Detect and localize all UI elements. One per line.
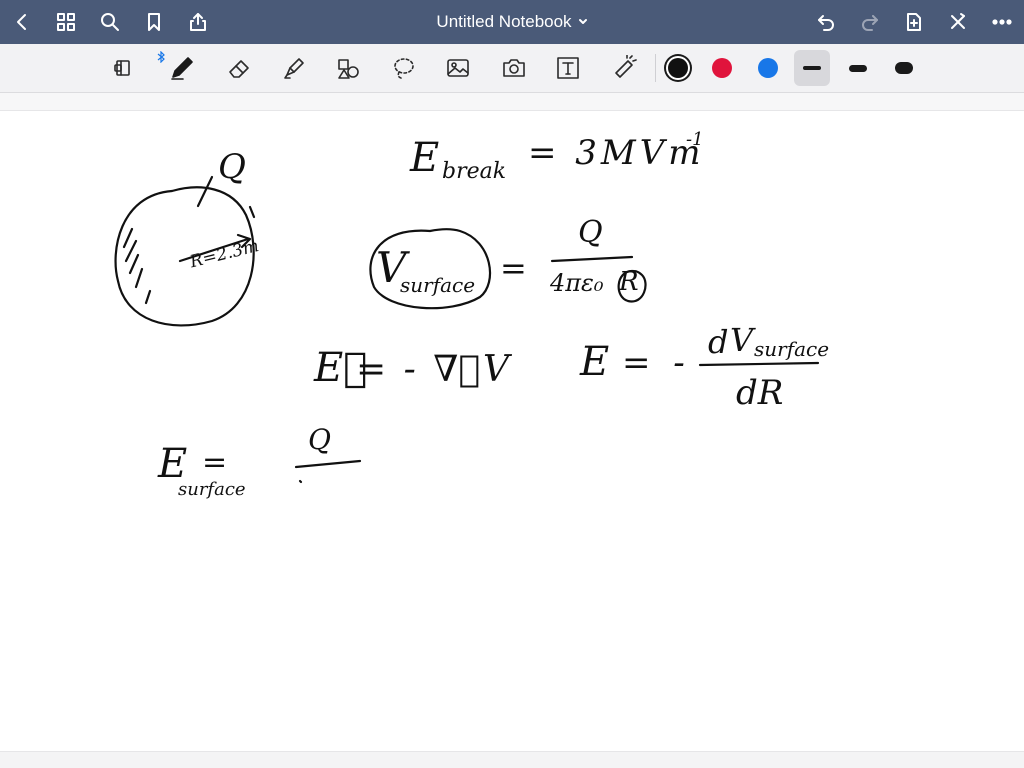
equals-sign-1: = (500, 249, 527, 287)
handwriting-strokes (114, 175, 820, 484)
color-swatch-black[interactable] (660, 50, 696, 86)
grid-icon[interactable] (50, 6, 82, 38)
fraction-bar-3 (294, 459, 362, 469)
ebreak-value: = 3MVm (528, 133, 705, 173)
ebreak-symbol: E (410, 135, 440, 181)
stroke-size-thin[interactable] (794, 50, 830, 86)
page-gap-bottom (0, 752, 1024, 768)
chevron-down-icon (578, 19, 587, 24)
top-navigation-bar: Untitled Notebook (0, 0, 1024, 44)
efield-symbol: E (580, 339, 610, 385)
fraction2-v: V (730, 321, 754, 359)
fraction2-d: d (708, 323, 729, 361)
stray-dot (298, 479, 303, 484)
note-page-canvas[interactable]: Q R=2.3m E break = 3MVm -1 V surface = Q… (0, 110, 1024, 752)
fraction2-subscript: surface (754, 337, 830, 361)
esurface-equals: = (202, 445, 228, 480)
vsurface-subscript: surface (400, 273, 476, 297)
close-icon[interactable] (942, 6, 974, 38)
highlighter-icon[interactable] (276, 50, 312, 86)
page-gap (0, 93, 1024, 110)
ebreak-subscript: break (442, 159, 507, 184)
efield-equals: = - (622, 343, 691, 383)
eraser-icon[interactable] (222, 50, 258, 86)
camera-icon[interactable] (496, 50, 532, 86)
notebook-title[interactable]: Untitled Notebook (436, 12, 587, 32)
more-icon[interactable] (986, 6, 1018, 38)
lasso-read-icon[interactable] (106, 50, 142, 86)
redo-icon[interactable] (854, 6, 886, 38)
color-swatch-red[interactable] (704, 50, 740, 86)
shapes-icon[interactable] (330, 50, 366, 86)
laser-pointer-icon[interactable] (606, 50, 642, 86)
color-blue (758, 58, 778, 78)
color-black (668, 58, 688, 78)
gradient-rhs: = - ∇⃗V (356, 349, 512, 390)
color-red (712, 58, 732, 78)
text-icon[interactable] (550, 50, 586, 86)
fraction3-numerator: Q (308, 423, 331, 456)
share-icon[interactable] (182, 6, 214, 38)
fraction-bar-2 (698, 361, 820, 367)
notebook-title-text: Untitled Notebook (436, 12, 572, 31)
pen-icon[interactable] (164, 50, 200, 86)
stroke-size-thick[interactable] (886, 50, 922, 86)
color-swatch-blue[interactable] (750, 50, 786, 86)
tool-bar (0, 44, 1024, 93)
stroke-size-medium[interactable] (840, 50, 876, 86)
ebreak-exponent: -1 (686, 129, 704, 150)
add-page-icon[interactable] (898, 6, 930, 38)
lasso-icon[interactable] (386, 50, 422, 86)
fraction1-denominator: 4πε₀ (550, 269, 604, 297)
stroke-size-medium-mark (849, 64, 867, 72)
undo-icon[interactable] (810, 6, 842, 38)
back-icon[interactable] (6, 6, 38, 38)
fraction1-numerator: Q (578, 215, 603, 250)
toolbar-divider (655, 54, 656, 82)
charge-pointer (196, 175, 214, 208)
stroke-size-thick-mark (895, 62, 913, 74)
charge-label: Q (218, 147, 246, 187)
search-icon[interactable] (94, 6, 126, 38)
esurface-subscript: surface (178, 479, 246, 500)
fraction2-denominator: dR (736, 373, 784, 413)
image-icon[interactable] (440, 50, 476, 86)
fraction1-denominator-r: R (619, 267, 639, 297)
fraction-bar-1 (550, 255, 634, 263)
stroke-size-thin-mark (803, 66, 821, 70)
bookmark-icon[interactable] (138, 6, 170, 38)
